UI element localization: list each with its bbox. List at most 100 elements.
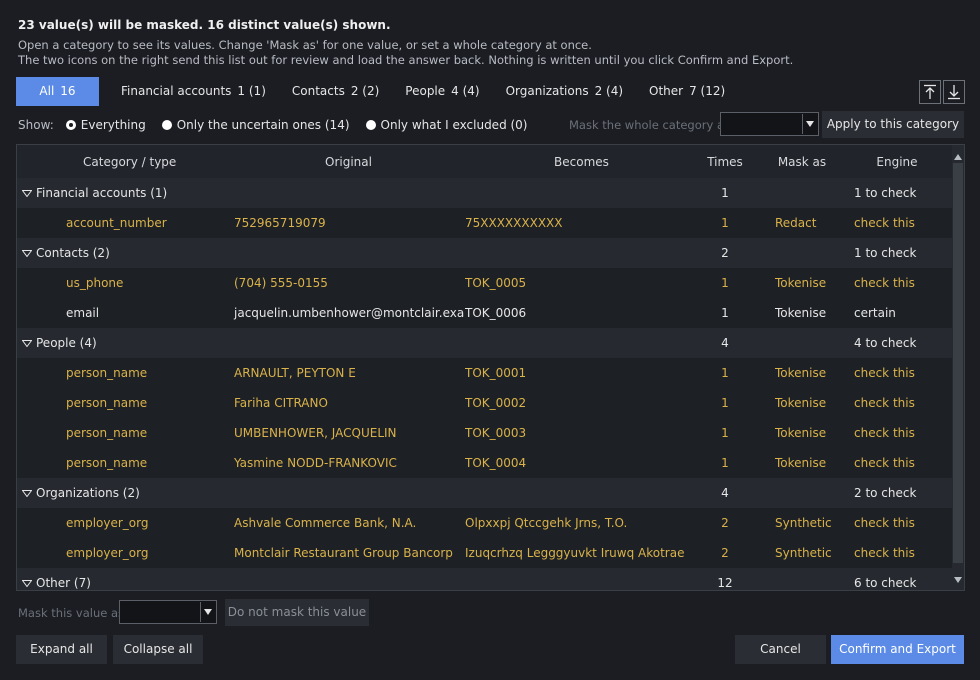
table-row[interactable]: account_number 752965719079 75XXXXXXXXXX 1 R… [17,208,964,238]
table-row[interactable]: email jacquelin.umbenhower@montclair.exam… [17,298,964,328]
category-mask-select[interactable] [720,112,819,136]
table-row[interactable]: person_name Yasmine NODD-FRANKOVIC TOK_000… [17,448,964,478]
times-cell: 12 [717,576,733,590]
mask-cell[interactable]: Tokenise [752,396,852,410]
expand-triangle-icon[interactable] [21,336,34,350]
filter-everything[interactable]: Everything [65,118,146,132]
collapse-all-button[interactable]: Collapse all [113,635,203,664]
chevron-down-icon [200,602,215,622]
becomes-cell: TOK_0005 [465,276,527,290]
engine-cell: check this [854,516,915,530]
times-cell: 1 [721,186,729,200]
tab-count: 16 [60,84,76,98]
instructions-line-1: Open a category to see its values. Chang… [18,38,592,52]
tab-label: People [405,84,446,98]
engine-cell: certain [854,306,896,320]
confirm-export-button[interactable]: Confirm and Export [831,635,964,664]
category-row[interactable]: Contacts (2) 2 1 to check [17,238,964,268]
category-row[interactable]: Organizations (2) 4 2 to check [17,478,964,508]
chevron-down-icon [802,114,817,134]
engine-cell: 1 to check [854,246,917,260]
original-cell: UMBENHOWER, JACQUELIN [234,426,397,440]
value-mask-select[interactable] [119,600,217,624]
becomes-cell: Olpxxpj Qtccgehk Jrns, T.O. [465,516,628,530]
radio-selected[interactable] [65,120,76,130]
tab-other[interactable]: Other 7 (12) [637,77,737,106]
expand-triangle-icon[interactable] [21,246,34,260]
table-row[interactable]: employer_org Ashvale Commerce Bank, N.A. O… [17,508,964,538]
original-cell: Fariha CITRANO [234,396,328,410]
mask-cell[interactable]: Synthetic [752,546,852,560]
tab-contacts[interactable]: Contacts 2 (2) [280,77,391,106]
times-cell: 2 [721,516,729,530]
category-row[interactable]: Financial accounts (1) 1 1 to check [17,178,964,208]
mask-cell[interactable]: Tokenise [752,276,852,290]
category-row[interactable]: People (4) 4 4 to check [17,328,964,358]
category-label: Financial accounts (1) [36,186,168,200]
cancel-button[interactable]: Cancel [735,635,826,664]
summary-text: 23 value(s) will be masked. 16 distinct … [18,18,391,32]
apply-category-button[interactable]: Apply to this category [822,111,964,138]
column-header: Times [707,154,743,169]
type-cell: account_number [66,216,167,230]
table-row[interactable]: person_name Fariha CITRANO TOK_0002 1 Tokeni… [17,388,964,418]
expand-triangle-icon[interactable] [21,576,34,590]
becomes-cell: 75XXXXXXXXXX [465,216,563,230]
do-not-mask-button[interactable]: Do not mask this value [225,599,369,626]
times-cell: 1 [721,396,729,410]
becomes-cell: TOK_0004 [465,456,527,470]
engine-cell: check this [854,396,915,410]
tab-label: Contacts [291,84,345,98]
table-header: Category / type Original Becomes Times M… [17,145,964,178]
engine-cell: check this [854,276,915,290]
mask-cell[interactable]: Tokenise [752,426,852,440]
mask-cell[interactable]: Tokenise [752,456,852,470]
times-cell: 1 [721,366,729,380]
load-review-answer-button[interactable] [943,80,965,104]
mask-cell[interactable]: Tokenise [752,306,852,320]
filter-excluded[interactable]: Only what I excluded (0) [365,118,528,132]
values-table: Category / type Original Becomes Times M… [16,144,965,591]
scroll-up-icon[interactable] [954,149,962,163]
export-for-review-button[interactable] [919,80,941,104]
category-row[interactable]: Other (7) 12 6 to check [17,568,964,590]
table-row[interactable]: employer_org Montclair Restaurant Group B… [17,538,964,568]
mask-cell[interactable]: Tokenise [752,366,852,380]
expand-triangle-icon[interactable] [21,486,34,500]
times-cell: 2 [721,246,729,260]
mask-cell[interactable]: Synthetic [752,516,852,530]
tab-financial-accounts[interactable]: Financial accounts 1 (1) [109,77,278,106]
expand-all-button[interactable]: Expand all [16,635,107,664]
filter-uncertain[interactable]: Only the uncertain ones (14) [161,118,350,132]
original-cell: Montclair Restaurant Group Bancorp [234,546,453,560]
column-header: Original [325,154,372,169]
tab-all[interactable]: All 16 [16,77,99,106]
mask-cell[interactable]: Redact [752,216,852,230]
engine-cell: check this [854,366,915,380]
becomes-cell: TOK_0003 [465,426,527,440]
radio-label: Only what I excluded (0) [380,118,528,132]
column-header: Category / type [83,154,177,169]
times-cell: 4 [721,486,729,500]
becomes-cell: TOK_0006 [465,306,527,320]
category-label: Organizations (2) [36,486,140,500]
filter-row: Show: Everything Only the uncertain ones… [18,118,528,132]
scroll-down-icon[interactable] [954,572,962,586]
engine-cell: check this [854,426,915,440]
engine-cell: check this [854,456,915,470]
original-cell: Yasmine NODD-FRANKOVIC [234,456,397,470]
expand-triangle-icon[interactable] [21,186,34,200]
scrollbar-thumb[interactable] [953,163,963,563]
tab-organizations[interactable]: Organizations 2 (4) [494,77,635,106]
table-row[interactable]: person_name UMBENHOWER, JACQUELIN TOK_0003… [17,418,964,448]
instructions-line-2: The two icons on the right send this lis… [18,53,794,67]
engine-cell: 6 to check [854,576,917,590]
tab-people[interactable]: People 4 (4) [393,77,491,106]
vertical-scrollbar[interactable] [952,145,964,590]
table-row[interactable]: us_phone (704) 555-0155 TOK_0005 1 Tokenise c… [17,268,964,298]
radio-unselected[interactable] [365,120,376,130]
category-cell: People (4) [17,336,232,350]
radio-unselected[interactable] [161,120,172,130]
original-cell: 752965719079 [234,216,326,230]
table-row[interactable]: person_name ARNAULT, PEYTON E TOK_0001 1 Tok… [17,358,964,388]
